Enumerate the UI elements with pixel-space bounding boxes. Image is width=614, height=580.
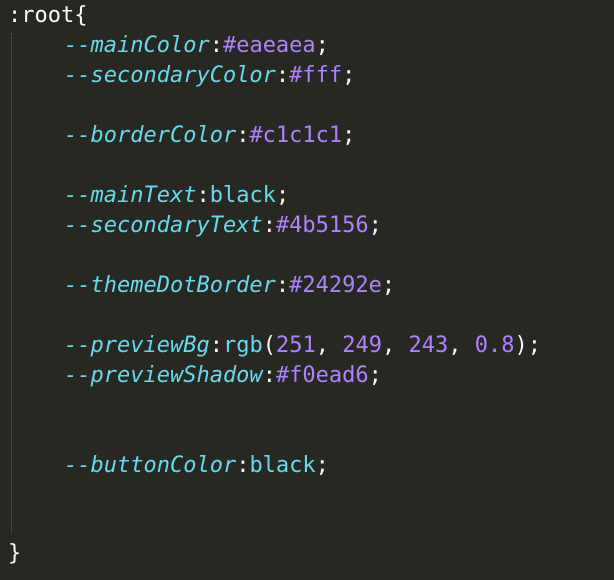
function-name: rgb (222, 333, 263, 358)
property-name: --borderColor (64, 123, 237, 148)
property-name: --previewShadow (64, 363, 263, 388)
property-value: black (209, 183, 276, 208)
property-name: --mainColor (64, 33, 210, 58)
function-arg: 251 (275, 333, 316, 358)
property-value: #4b5156 (275, 213, 369, 238)
property-value: #fff (289, 63, 343, 88)
code-line-declaration: --secondaryText:#4b5156; (64, 213, 382, 238)
property-name: --mainText (64, 183, 197, 208)
property-value: black (249, 453, 316, 478)
open-brace: { (74, 3, 88, 28)
close-brace: } (8, 541, 22, 566)
code-line-declaration: --themeDotBorder:#24292e; (64, 273, 396, 298)
function-arg: 249 (342, 333, 382, 358)
property-value: #c1c1c1 (249, 123, 343, 148)
property-value: #24292e (289, 273, 382, 298)
code-line-declaration: --previewBg:rgb(251, 249, 243, 0.8); (64, 333, 541, 358)
code-line-declaration: --borderColor:#c1c1c1; (64, 123, 356, 148)
code-line-selector: :root{ (8, 1, 87, 31)
code-line-close: } (8, 539, 21, 569)
code-line-declaration: --mainColor:#eaeaea; (64, 33, 329, 58)
property-name: --themeDotBorder (64, 273, 276, 298)
function-arg: 243 (408, 333, 449, 358)
property-name: --previewBg (64, 333, 210, 358)
code-line-declaration: --previewShadow:#f0ead6; (64, 363, 382, 388)
function-arg: 0.8 (474, 333, 515, 358)
property-name: --secondaryColor (64, 63, 276, 88)
property-value: #f0ead6 (275, 363, 369, 388)
property-name: --secondaryText (64, 213, 263, 238)
property-name: --buttonColor (64, 453, 237, 478)
css-selector: :root (8, 3, 75, 28)
code-line-declaration: --mainText:black; (64, 183, 290, 208)
code-editor[interactable]: :root{ --mainColor:#eaeaea; --secondaryC… (0, 0, 614, 580)
property-value: #eaeaea (222, 33, 316, 58)
code-line-declaration: --buttonColor:black; (64, 453, 329, 478)
code-line-declaration: --secondaryColor:#fff; (64, 63, 356, 88)
